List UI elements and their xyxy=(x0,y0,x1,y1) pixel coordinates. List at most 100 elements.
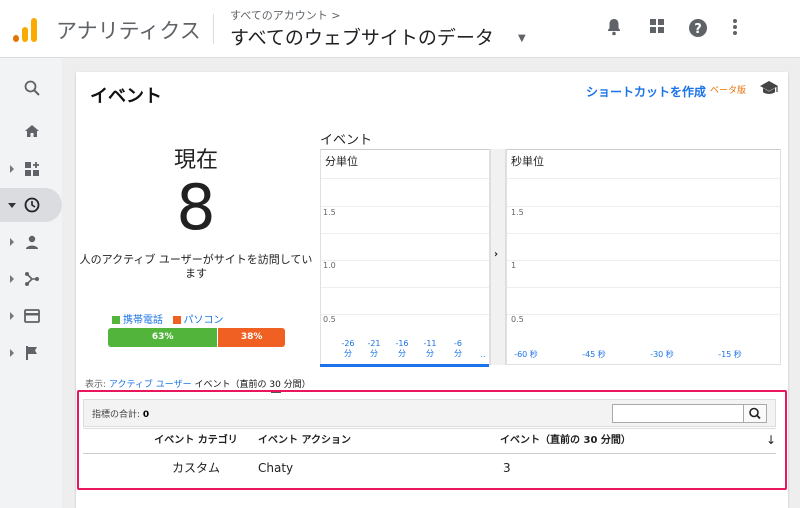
metric-total: 指標の合計: 0 xyxy=(92,407,149,420)
top-bar: アナリティクス すべてのアカウント > すべてのウェブサイトのデータ ▼ ? xyxy=(0,0,800,58)
events-chart-label: イベント xyxy=(320,133,373,148)
now-label: 現在 xyxy=(173,148,218,173)
clock-icon xyxy=(24,197,40,213)
sidebar-item-search[interactable] xyxy=(0,71,62,105)
sidebar-item-realtime[interactable] xyxy=(0,188,62,222)
gridline xyxy=(507,314,780,315)
gridline xyxy=(507,233,780,234)
gridline xyxy=(507,178,780,179)
header-divider xyxy=(213,14,214,44)
table-search-button[interactable] xyxy=(743,404,767,423)
per-minute-title: 分単位 xyxy=(325,155,358,168)
gridline xyxy=(321,178,489,179)
x-tick: .. xyxy=(480,350,486,359)
home-icon xyxy=(25,125,39,137)
x-tick: -15 秒 xyxy=(718,350,742,359)
gridline xyxy=(321,287,489,288)
gridline xyxy=(321,206,489,207)
metric-total-label: 指標の合計: xyxy=(92,410,141,420)
collapse-arrow-icon xyxy=(8,203,16,208)
property-selector[interactable]: すべてのウェブサイトのデータ xyxy=(230,23,494,50)
legend-desktop: パソコン xyxy=(183,315,224,326)
legend-mobile: 携帯電話 xyxy=(123,315,163,326)
app-root: アナリティクス すべてのアカウント > すべてのウェブサイトのデータ ▼ ? イ… xyxy=(0,0,800,508)
expand-arrow-icon xyxy=(10,238,14,246)
events-table: 指標の合計: 0 イベント カテゴリ イベント アクション イベント（直前の 3… xyxy=(77,390,787,490)
metric-total-value: 0 xyxy=(142,410,150,420)
y-tick: 0.5 xyxy=(511,315,524,324)
mobile-color-swatch xyxy=(112,316,120,324)
active-users-link[interactable]: アクティブ ユーザー xyxy=(109,380,192,390)
page-title: イベント xyxy=(90,86,162,107)
sidebar-item-audience[interactable] xyxy=(0,225,62,259)
gridline xyxy=(321,260,489,261)
cell-event-count: 3 xyxy=(503,461,511,475)
mobile-segment: 63% xyxy=(108,328,219,347)
x-tick: -6 分 xyxy=(454,339,462,358)
x-tick: -30 秒 xyxy=(650,350,674,359)
create-shortcut-link[interactable]: ショートカットを作成 xyxy=(586,83,706,100)
expand-chart-toggle[interactable]: › xyxy=(490,149,506,365)
sort-desc-icon[interactable]: ↓ xyxy=(766,433,776,447)
analytics-logo-icon[interactable] xyxy=(13,18,39,42)
beta-badge: ベータ版 xyxy=(710,86,747,96)
x-tick: -11 分 xyxy=(423,339,437,358)
events-current-view: イベント（直前の 30 分間） xyxy=(194,380,311,390)
x-tick: -45 秒 xyxy=(582,350,606,359)
svg-text:?: ? xyxy=(694,22,702,37)
person-icon xyxy=(26,235,38,249)
display-toggle: 表示: アクティブ ユーザー イベント（直前の 30 分間） xyxy=(85,377,311,390)
breadcrumb[interactable]: すべてのアカウント > xyxy=(230,7,341,23)
x-tick: -16 分 xyxy=(395,339,409,358)
col-event-count[interactable]: イベント（直前の 30 分間） xyxy=(500,429,700,453)
table-search-input[interactable] xyxy=(612,404,744,423)
behavior-icon xyxy=(24,309,40,323)
x-tick: -21 分 xyxy=(367,339,381,358)
expand-arrow-icon xyxy=(10,312,14,320)
sidebar-item-conversions[interactable] xyxy=(0,336,62,370)
gridline xyxy=(507,287,780,288)
y-tick: 1.5 xyxy=(511,208,524,217)
chevron-right-icon: › xyxy=(494,249,499,260)
per-minute-chart: 分単位 1.5 1.0 0.5 -26 分 -21 分 -16 分 -11 分 … xyxy=(320,149,490,365)
help-icon[interactable]: ? xyxy=(687,18,709,40)
active-user-description: 人のアクティブ ユーザーがサイトを訪問しています xyxy=(79,253,313,280)
expand-arrow-icon xyxy=(10,349,14,357)
y-tick: 0.5 xyxy=(323,315,336,324)
gridline xyxy=(507,260,780,261)
expand-arrow-icon xyxy=(10,275,14,283)
table-toolbar: 指標の合計: 0 xyxy=(83,399,776,427)
device-legend: 携帯電話 パソコン xyxy=(112,311,224,326)
gridline xyxy=(321,314,489,315)
col-event-action[interactable]: イベント アクション xyxy=(258,429,458,453)
gridline xyxy=(507,206,780,207)
x-tick: -26 分 xyxy=(341,339,355,358)
apps-grid-icon[interactable] xyxy=(646,18,668,40)
sidebar-item-home[interactable] xyxy=(0,114,62,148)
flag-icon xyxy=(26,346,37,360)
sidebar-item-customization[interactable] xyxy=(0,152,62,186)
sidebar-item-behavior[interactable] xyxy=(0,299,62,333)
y-tick: 1.5 xyxy=(323,208,336,217)
desktop-segment: 38% xyxy=(218,328,285,347)
cell-event-category: カスタム xyxy=(171,461,220,475)
caret-down-icon[interactable]: ▼ xyxy=(518,33,526,44)
gridline xyxy=(321,233,489,234)
sidebar-item-acquisition[interactable] xyxy=(0,262,62,296)
bell-icon[interactable] xyxy=(603,18,625,40)
app-title: アナリティクス xyxy=(56,19,201,43)
cell-event-action: Chaty xyxy=(258,461,294,475)
desktop-color-swatch xyxy=(172,316,181,324)
per-second-title: 秒単位 xyxy=(511,155,544,168)
display-label: 表示: xyxy=(85,380,107,390)
col-event-category[interactable]: イベント カテゴリ xyxy=(141,429,251,453)
sidebar xyxy=(0,58,62,508)
expand-arrow-icon xyxy=(10,165,14,173)
device-split-bar: 63% 38% xyxy=(108,328,285,347)
y-tick: 1 xyxy=(511,261,517,270)
per-minute-baseline xyxy=(320,364,489,367)
per-second-chart: 秒単位 1.5 1 0.5 -60 秒 -45 秒 -30 秒 -15 秒 xyxy=(506,149,781,365)
graduation-cap-icon[interactable] xyxy=(759,80,779,96)
more-vert-icon[interactable] xyxy=(724,18,746,40)
search-icon xyxy=(749,407,761,420)
